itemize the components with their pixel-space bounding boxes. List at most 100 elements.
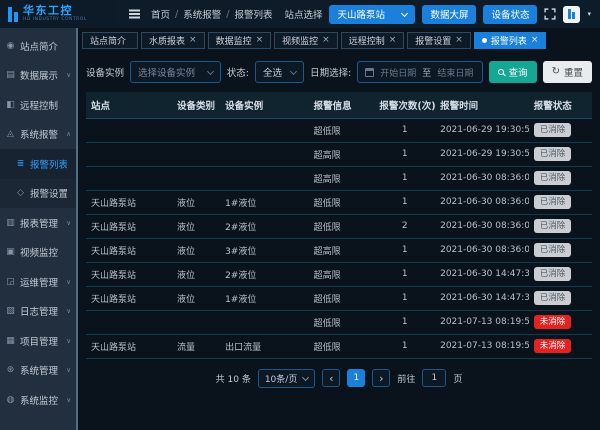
header-actions: 站点选择 天山路泵站 数据大屏 设备状态 ▾ xyxy=(284,5,600,24)
site-select-dropdown[interactable]: 天山路泵站 xyxy=(329,5,415,24)
site-select-label: 站点选择 xyxy=(284,7,322,21)
cell-alarm-status: 已消除 xyxy=(529,238,592,262)
cell-site: 天山路泵站 xyxy=(86,286,172,310)
big-screen-button[interactable]: 数据大屏 xyxy=(422,5,476,24)
cell-alarm-info: 超高限 xyxy=(309,166,375,190)
sidebar-item-icon: ◧ xyxy=(5,100,16,110)
cell-alarm-info: 超低限 xyxy=(309,286,375,310)
prev-page-button[interactable]: ‹ xyxy=(322,369,340,387)
next-page-button[interactable]: › xyxy=(372,369,390,387)
cell-alarm-info: 超高限 xyxy=(309,238,375,262)
reset-button[interactable]: ↻ 重置 xyxy=(543,61,592,83)
tab-label: 数据监控 xyxy=(216,34,252,47)
device-status-button[interactable]: 设备状态 xyxy=(483,5,537,24)
cell-site xyxy=(86,118,172,142)
app-root: 华东工控 HD INDUSTRY CONTROL 首页 / 系统报警 / 报警列… xyxy=(0,0,600,430)
sidebar-collapse-icon[interactable] xyxy=(129,13,140,15)
sidebar-item-icon: ▧ xyxy=(5,306,16,316)
tab-close-icon[interactable]: × xyxy=(256,36,264,45)
cell-device-instance: 出口流量 xyxy=(220,334,309,358)
cell-device-type xyxy=(172,166,220,190)
tab-close-icon[interactable]: × xyxy=(189,36,197,45)
goto-page-input[interactable] xyxy=(422,369,446,387)
sidebar-item[interactable]: ◧ 远程控制 xyxy=(0,90,76,120)
page-tab[interactable]: 报警设置 × xyxy=(407,32,471,49)
sidebar-item[interactable]: ▥ 报表管理 ∨ xyxy=(0,208,76,238)
table-row: 天山路泵站 液位 2#液位 超低限 2 2021-06-30 08:36:04 … xyxy=(86,214,592,238)
sidebar-item-chevron-icon: ∨ xyxy=(66,71,71,79)
sidebar-item[interactable]: ◬ 系统报警 ∧ xyxy=(0,120,76,150)
page-tab[interactable]: 视频监控 × xyxy=(274,32,338,49)
table-row: 超低限 1 2021-07-13 08:19:54 未消除 xyxy=(86,310,592,334)
page-tab[interactable]: 站点简介 xyxy=(82,32,138,49)
cell-alarm-info: 超低限 xyxy=(309,310,375,334)
col-alarm-count: 报警次数(次) xyxy=(374,92,435,118)
tab-close-icon[interactable]: × xyxy=(389,36,397,45)
cell-alarm-time: 2021-06-30 14:47:35 xyxy=(435,286,529,310)
col-alarm-time: 报警时间 xyxy=(435,92,529,118)
table-row: 天山路泵站 流量 出口流量 超低限 1 2021-07-13 08:19:54 … xyxy=(86,334,592,358)
status-badge: 已消除 xyxy=(534,123,572,138)
sidebar-item-label: 报表管理 xyxy=(20,216,62,230)
cell-alarm-time: 2021-07-13 08:19:54 xyxy=(435,310,529,334)
status-select[interactable]: 全选 xyxy=(255,61,304,83)
table-row: 超低限 1 2021-06-29 19:30:51 已消除 xyxy=(86,118,592,142)
sidebar-item[interactable]: ◲ 运维管理 ∨ xyxy=(0,267,76,297)
device-instance-label: 设备实例 xyxy=(86,65,124,79)
cell-device-instance xyxy=(220,310,309,334)
col-alarm-info: 报警信息 xyxy=(309,92,375,118)
tab-close-icon[interactable]: × xyxy=(531,36,539,45)
device-instance-select[interactable]: 选择设备实例 xyxy=(130,61,221,83)
sidebar-item-icon: ▤ xyxy=(5,70,16,80)
status-badge: 未消除 xyxy=(534,339,572,354)
date-range-picker[interactable]: 开始日期 至 结束日期 xyxy=(357,61,482,83)
tab-close-icon[interactable]: × xyxy=(322,36,330,45)
tab-close-icon[interactable]: × xyxy=(455,36,463,45)
cell-alarm-status: 未消除 xyxy=(529,334,592,358)
user-avatar[interactable] xyxy=(563,6,580,23)
page-tab[interactable]: 数据监控 × xyxy=(208,32,272,49)
fullscreen-icon[interactable] xyxy=(544,8,556,20)
status-badge: 已消除 xyxy=(534,171,572,186)
sidebar-item-icon: ◍ xyxy=(5,395,16,405)
sidebar-item[interactable]: ▤ 数据展示 ∨ xyxy=(0,61,76,91)
cell-device-instance: 2#液位 xyxy=(220,214,309,238)
cell-alarm-status: 已消除 xyxy=(529,286,592,310)
cell-alarm-count: 2 xyxy=(374,214,435,238)
page-tab[interactable]: 水质报表 × xyxy=(141,32,205,49)
cell-alarm-info: 超低限 xyxy=(309,118,375,142)
sidebar-item-chevron-icon: ∨ xyxy=(66,396,71,404)
cell-alarm-count: 1 xyxy=(374,286,435,310)
sidebar-item-label: 视频监控 xyxy=(20,245,67,259)
tab-label: 远程控制 xyxy=(349,34,385,47)
sidebar-item-label: 远程控制 xyxy=(20,98,67,112)
sidebar-item-chevron-icon: ∧ xyxy=(66,130,71,138)
current-page-button[interactable]: 1 xyxy=(347,369,365,387)
sidebar-item-icon: ▥ xyxy=(5,218,16,228)
page-tab[interactable]: 远程控制 × xyxy=(341,32,405,49)
breadcrumb-current: 报警列表 xyxy=(234,7,272,21)
cell-alarm-info: 超高限 xyxy=(309,262,375,286)
tab-label: 站点简介 xyxy=(90,34,126,47)
breadcrumb-separator: / xyxy=(226,9,229,20)
cell-device-type: 液位 xyxy=(172,190,220,214)
table-row: 超高限 1 2021-06-30 08:36:04 已消除 xyxy=(86,166,592,190)
chevron-down-icon xyxy=(401,9,408,16)
col-alarm-status: 报警状态 xyxy=(529,92,592,118)
avatar-caret-icon[interactable]: ▾ xyxy=(587,10,591,18)
table-row: 天山路泵站 液位 1#液位 超低限 1 2021-06-30 08:36:04 … xyxy=(86,190,592,214)
table-header: 站点 设备类别 设备实例 报警信息 报警次数(次) 报警时间 报警状态 xyxy=(86,92,592,118)
page-size-select[interactable]: 10条/页 xyxy=(258,369,316,388)
page-tab[interactable]: 报警列表 × xyxy=(474,32,547,49)
cell-device-instance: 1#液位 xyxy=(220,286,309,310)
sidebar-item[interactable]: ◍ 系统监控 ∨ xyxy=(0,385,76,415)
search-button[interactable]: 查询 xyxy=(489,61,537,83)
sidebar-item[interactable]: ◇ 报警设置 xyxy=(0,179,76,209)
sidebar-item[interactable]: ⊛ 系统管理 ∨ xyxy=(0,356,76,386)
sidebar-item[interactable]: ≣ 报警列表 xyxy=(0,149,76,179)
breadcrumb-home[interactable]: 首页 xyxy=(151,7,170,21)
sidebar-item[interactable]: ◉ 站点简介 xyxy=(0,31,76,61)
sidebar-item[interactable]: ▣ 视频监控 xyxy=(0,238,76,268)
sidebar-item[interactable]: ▧ 日志管理 ∨ xyxy=(0,297,76,327)
sidebar-item[interactable]: ▦ 项目管理 ∨ xyxy=(0,326,76,356)
